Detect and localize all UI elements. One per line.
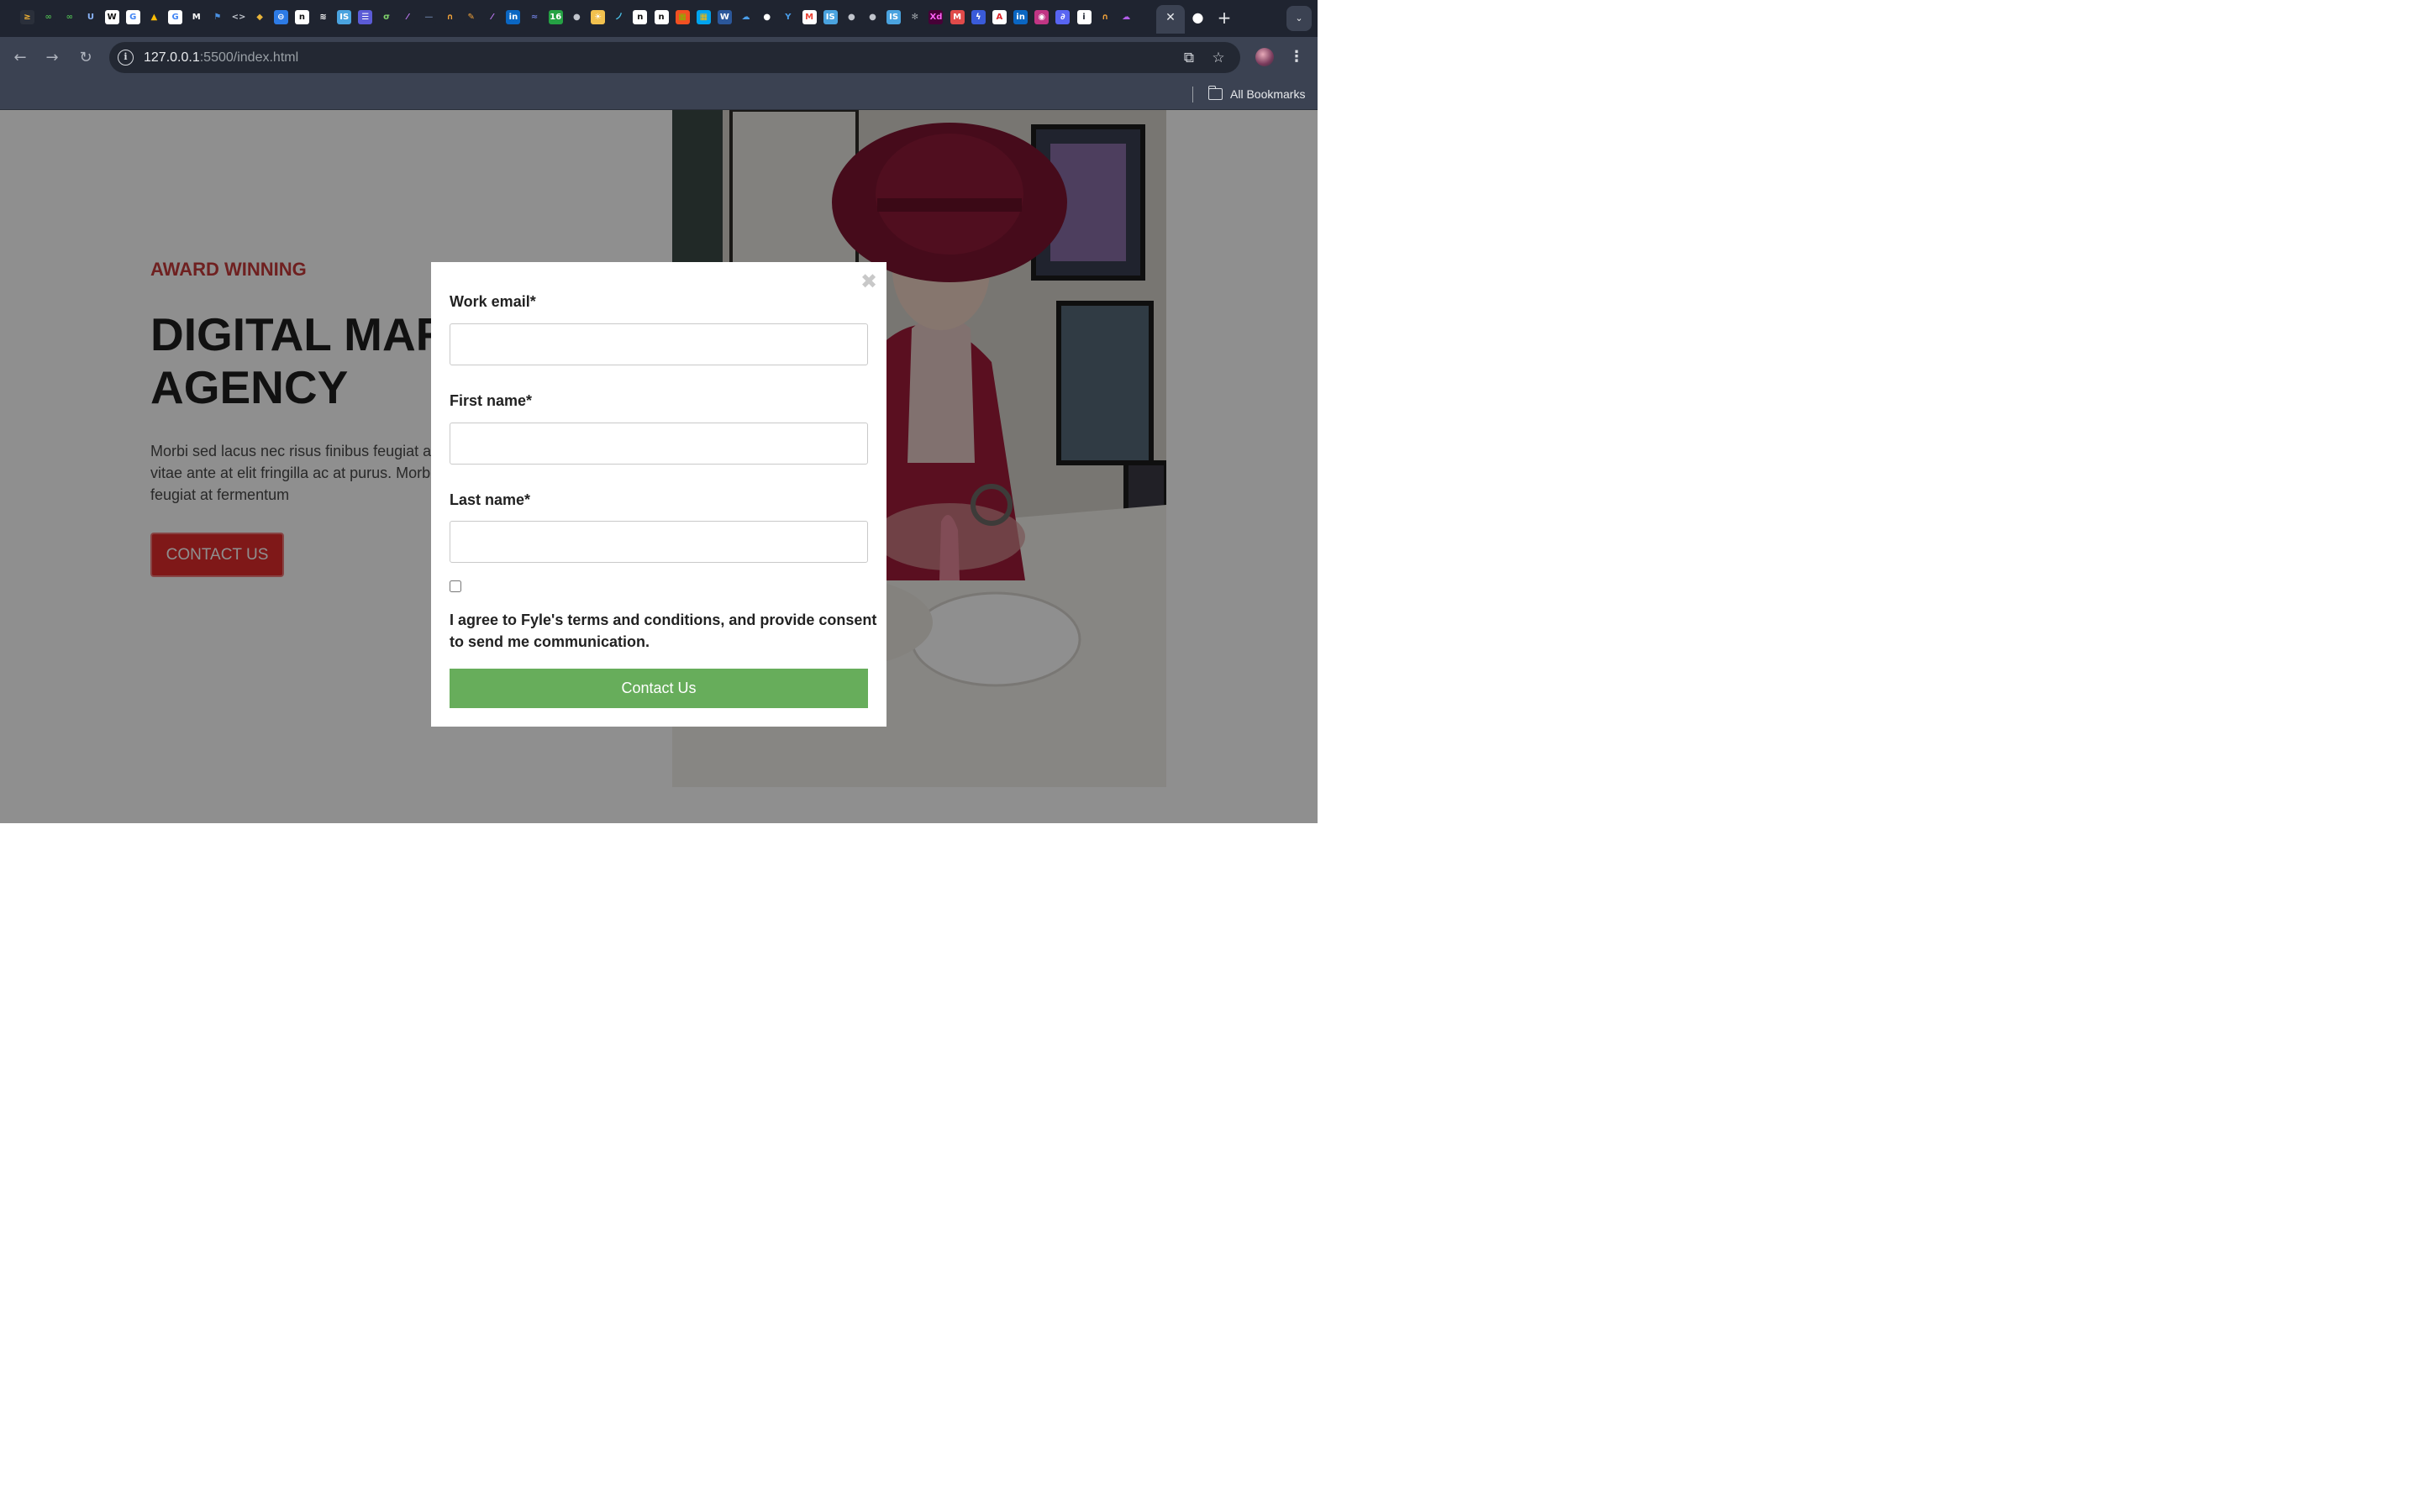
- onedrive-favicon[interactable]: ☁: [739, 10, 754, 24]
- link-favicon[interactable]: ∞: [62, 10, 77, 24]
- feather-favicon[interactable]: ⁄: [400, 10, 415, 24]
- tab-search-icon[interactable]: ⌄: [1286, 6, 1312, 31]
- link-favicon[interactable]: ∞: [41, 10, 56, 24]
- microsoft-favicon[interactable]: ▦: [675, 10, 690, 24]
- is-favicon[interactable]: IS: [886, 10, 902, 24]
- webflow-favicon[interactable]: W: [104, 10, 119, 24]
- react-favicon[interactable]: ✻: [908, 10, 923, 24]
- stripe-favicon[interactable]: ≥: [20, 10, 34, 24]
- url-host: 127.0.0.1: [144, 50, 200, 65]
- cloud-favicon[interactable]: ☁: [1118, 10, 1134, 24]
- github-tab-icon[interactable]: ●: [1191, 10, 1205, 24]
- linkedin-favicon[interactable]: in: [1013, 10, 1028, 24]
- podcast-favicon[interactable]: ◉: [1034, 10, 1050, 24]
- bookmarks-bar: All Bookmarks: [0, 79, 1318, 110]
- globe-favicon[interactable]: ●: [569, 10, 584, 24]
- drop-favicon[interactable]: ∂: [1055, 10, 1071, 24]
- address-bar[interactable]: i 127.0.0.1:5500/index.html ⧉ ☆: [109, 42, 1240, 73]
- code-favicon[interactable]: <>: [231, 10, 246, 24]
- pen-favicon[interactable]: ノ: [612, 10, 627, 24]
- word-favicon[interactable]: W: [717, 10, 732, 24]
- notion-favicon[interactable]: n: [654, 10, 669, 24]
- github-favicon[interactable]: ●: [760, 10, 775, 24]
- work-email-field[interactable]: [450, 323, 868, 365]
- google-favicon[interactable]: G: [125, 10, 140, 24]
- folder-icon[interactable]: [1207, 86, 1223, 100]
- mail-favicon[interactable]: M: [950, 10, 965, 24]
- new-tab-icon[interactable]: +: [1215, 8, 1234, 29]
- google-favicon[interactable]: G: [168, 10, 183, 24]
- shield-favicon[interactable]: ◆: [252, 10, 267, 24]
- edit-favicon[interactable]: ✎: [464, 10, 479, 24]
- reload-icon[interactable]: ↻: [75, 47, 97, 69]
- forward-icon[interactable]: →: [41, 47, 63, 69]
- notion-favicon[interactable]: n: [633, 10, 648, 24]
- globe-favicon[interactable]: ●: [865, 10, 880, 24]
- consent-checkbox[interactable]: [450, 580, 461, 592]
- info-favicon[interactable]: i: [1076, 10, 1092, 24]
- browser-menu-icon[interactable]: ⋮: [1289, 46, 1304, 68]
- all-bookmarks-link[interactable]: All Bookmarks: [1230, 87, 1305, 102]
- dash-favicon[interactable]: —: [421, 10, 436, 24]
- is-favicon[interactable]: IS: [337, 10, 352, 24]
- bookmark-star-icon[interactable]: ☆: [1209, 49, 1228, 67]
- is-favicon[interactable]: IS: [823, 10, 838, 24]
- bolt-favicon[interactable]: ϟ: [971, 10, 986, 24]
- feather-favicon[interactable]: ⁄: [485, 10, 500, 24]
- xd-favicon[interactable]: Xd: [929, 10, 944, 24]
- contact-modal: ✖ Work email* First name* Last name* I a…: [431, 262, 886, 727]
- leaf-favicon[interactable]: σ: [379, 10, 394, 24]
- linkedin-favicon[interactable]: in: [506, 10, 521, 24]
- consent-text: I agree to Fyle's terms and conditions, …: [450, 609, 877, 653]
- headset-favicon[interactable]: ∩: [1097, 10, 1113, 24]
- bookmarks-divider: [1192, 87, 1193, 102]
- bird-favicon[interactable]: Y: [781, 10, 796, 24]
- back-icon[interactable]: ←: [9, 47, 31, 69]
- globe-favicon[interactable]: ⊖: [273, 10, 288, 24]
- stats-favicon[interactable]: ≋: [316, 10, 331, 24]
- close-tab-icon[interactable]: ✕: [1163, 8, 1178, 27]
- site-info-icon[interactable]: i: [118, 50, 134, 66]
- profile-avatar[interactable]: [1255, 48, 1274, 66]
- globe-favicon[interactable]: ●: [844, 10, 859, 24]
- notion-favicon[interactable]: n: [294, 10, 309, 24]
- browser-tab-strip: ≥ ∞ ∞ U W G ▲ G M ⚑ <> ◆ ⊖ n ≋ IS ☰ σ ⁄ — ∩ ✎ ⁄ in ≈16 ● ☀ ノ n n ▦ ▦ W ☁ ●…: [0, 0, 1318, 37]
- last-name-label: Last name*: [450, 491, 531, 508]
- cast-icon[interactable]: ⧉: [1180, 49, 1198, 67]
- url-text[interactable]: 127.0.0.1:5500/index.html: [144, 50, 298, 66]
- sun-favicon[interactable]: ☀: [591, 10, 606, 24]
- consent-text-line: to send me communication.: [450, 633, 650, 650]
- close-icon[interactable]: ✖: [860, 271, 878, 291]
- list-favicon[interactable]: ☰: [358, 10, 373, 24]
- flag-favicon[interactable]: ⚑: [210, 10, 225, 24]
- contact-us-submit-button[interactable]: Contact Us: [450, 669, 868, 708]
- browser-toolbar: ← → ↻ i 127.0.0.1:5500/index.html ⧉ ☆ ⋮: [0, 37, 1318, 79]
- bucket-favicon[interactable]: U: [83, 10, 98, 24]
- page-viewport: AWARD WINNING DIGITAL MARKETING AGENCY M…: [0, 110, 1318, 823]
- microsoft-favicon[interactable]: ▦: [696, 10, 711, 24]
- wave-favicon[interactable]: ≈: [527, 10, 542, 24]
- first-name-field[interactable]: [450, 423, 868, 465]
- badge-favicon[interactable]: 16: [548, 10, 563, 24]
- adobe-favicon[interactable]: A: [992, 10, 1007, 24]
- last-name-field[interactable]: [450, 521, 868, 563]
- medium-favicon[interactable]: M: [189, 10, 204, 24]
- consent-text-line: I agree to Fyle's terms and conditions, …: [450, 612, 877, 628]
- work-email-label: Work email*: [450, 293, 536, 310]
- headset-favicon[interactable]: ∩: [443, 10, 457, 24]
- drive-favicon[interactable]: ▲: [146, 10, 161, 24]
- url-path: :5500/index.html: [199, 50, 299, 65]
- gmail-favicon[interactable]: M: [802, 10, 817, 24]
- first-name-label: First name*: [450, 392, 533, 409]
